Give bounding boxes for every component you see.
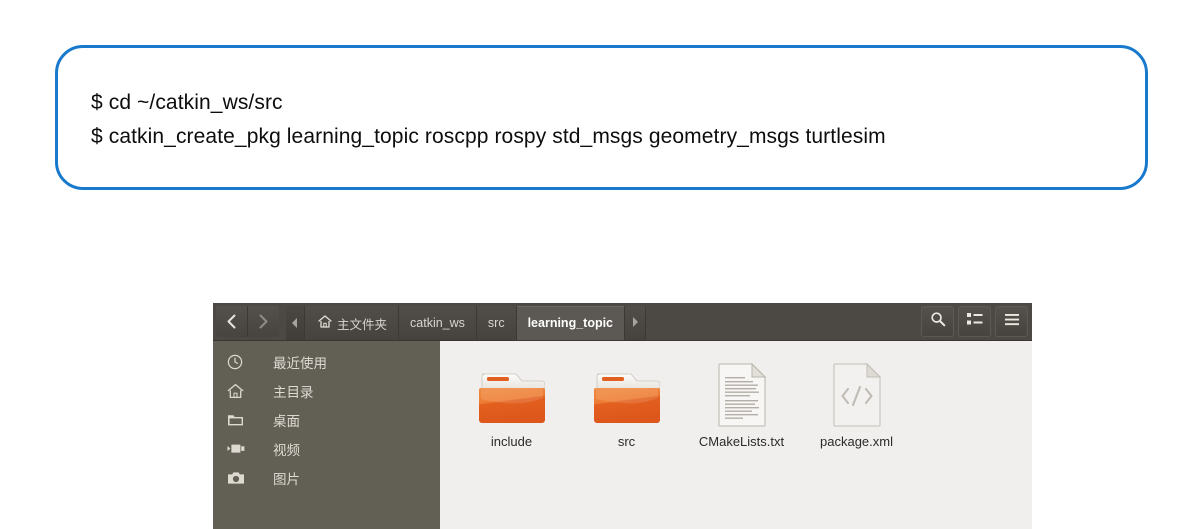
breadcrumb-item-learning-topic[interactable]: learning_topic	[516, 306, 626, 340]
file-label: package.xml	[820, 434, 893, 449]
breadcrumb-label: catkin_ws	[410, 316, 465, 330]
file-item-package-xml[interactable]: package.xml	[799, 359, 914, 450]
command-lines: $ cd ~/catkin_ws/src $ catkin_create_pkg…	[91, 86, 1131, 154]
search-button[interactable]	[921, 306, 954, 337]
folder-icon	[593, 359, 660, 427]
back-button[interactable]	[216, 306, 248, 337]
sidebar-item-recent[interactable]: 最近使用	[213, 347, 440, 376]
command-line-1: $ cd ~/catkin_ws/src	[91, 91, 283, 114]
home-icon	[227, 383, 257, 399]
breadcrumb-item-catkin-ws[interactable]: catkin_ws	[399, 306, 477, 340]
sidebar-item-pictures[interactable]: 图片	[213, 463, 440, 492]
folder-icon	[227, 412, 257, 427]
menu-button[interactable]	[995, 306, 1028, 337]
chevron-left-small-icon[interactable]	[286, 306, 305, 340]
file-manager-window: 主文件夹 catkin_ws src learning_topic 最近使用 主…	[213, 303, 1032, 529]
file-manager-header: 主文件夹 catkin_ws src learning_topic	[213, 303, 1032, 341]
file-list-area[interactable]: include src CMakeLists.txt package.xml	[440, 341, 1032, 529]
file-item-src[interactable]: src	[569, 359, 684, 450]
icon-grid: include src CMakeLists.txt package.xml	[454, 359, 1032, 450]
header-spacer	[646, 303, 921, 340]
breadcrumb-label: src	[487, 316, 505, 330]
breadcrumb: 主文件夹 catkin_ws src learning_topic	[286, 306, 647, 340]
sidebar: 最近使用 主目录 桌面 视频 图片	[213, 341, 440, 529]
sidebar-item-label: 桌面	[273, 413, 300, 429]
breadcrumb-label: 主文件夹	[337, 317, 388, 332]
text-document-icon	[716, 359, 768, 427]
search-icon	[930, 311, 946, 332]
home-icon	[318, 315, 332, 331]
breadcrumb-label: learning_topic	[527, 316, 614, 330]
sidebar-item-label: 图片	[273, 471, 300, 487]
file-manager-body: 最近使用 主目录 桌面 视频 图片 include src CMakeLists…	[213, 341, 1032, 529]
sidebar-item-label: 主目录	[273, 384, 314, 400]
file-label: CMakeLists.txt	[698, 434, 785, 449]
file-label: src	[617, 434, 636, 449]
breadcrumb-item-src[interactable]: src	[476, 306, 517, 340]
breadcrumb-item-home[interactable]: 主文件夹	[286, 306, 400, 340]
file-item-include[interactable]: include	[454, 359, 569, 450]
toolbar-buttons	[921, 306, 1028, 337]
list-view-icon	[966, 312, 983, 331]
breadcrumb-next-button[interactable]	[625, 306, 647, 340]
video-camera-icon	[227, 442, 257, 455]
sidebar-item-label: 视频	[273, 442, 300, 458]
sidebar-item-desktop[interactable]: 桌面	[213, 405, 440, 434]
hamburger-menu-icon	[1004, 313, 1020, 331]
folder-icon	[478, 359, 545, 427]
sidebar-item-home[interactable]: 主目录	[213, 376, 440, 405]
sidebar-item-videos[interactable]: 视频	[213, 434, 440, 463]
command-line-2: $ catkin_create_pkg learning_topic roscp…	[91, 125, 886, 148]
navigation-buttons	[216, 306, 279, 337]
chevron-right-small-icon	[632, 316, 639, 330]
forward-button[interactable]	[248, 306, 279, 337]
file-label: include	[490, 434, 533, 449]
sidebar-item-label: 最近使用	[273, 355, 327, 371]
file-item-cmakelists[interactable]: CMakeLists.txt	[684, 359, 799, 450]
xml-document-icon	[831, 359, 883, 427]
command-callout-box: $ cd ~/catkin_ws/src $ catkin_create_pkg…	[55, 45, 1148, 190]
view-list-button[interactable]	[958, 306, 991, 337]
clock-icon	[227, 354, 257, 370]
camera-icon	[227, 471, 257, 485]
